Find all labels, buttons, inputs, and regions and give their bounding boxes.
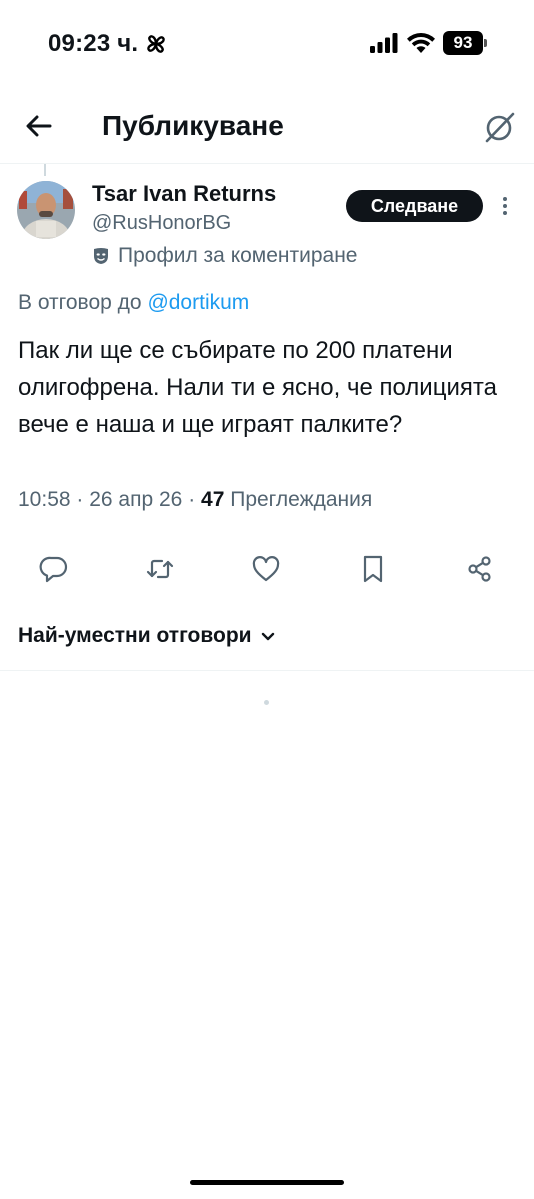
battery-level: 93 (443, 31, 483, 55)
repost-icon[interactable] (145, 554, 175, 584)
tweet-text: Пак ли ще се събирате по 200 платени оли… (18, 337, 497, 438)
profile-tag-label: Профил за коментиране (118, 244, 358, 267)
page-title: Публикуване (102, 110, 284, 141)
avatar[interactable] (17, 181, 75, 239)
follow-button[interactable]: Следване (346, 190, 483, 222)
battery-icon: 93 (443, 31, 487, 55)
tweet-time[interactable]: 10:58 (18, 488, 71, 511)
view-count: 47 (201, 488, 225, 511)
profile-tag[interactable]: Профил за коментиране (92, 244, 358, 268)
meta-separator: · (182, 488, 202, 511)
like-icon[interactable] (251, 554, 281, 584)
views-label: Преглеждания (230, 488, 373, 511)
meta-separator: · (70, 488, 90, 511)
fan-icon (147, 35, 165, 53)
reply-to-prefix: В отговор до (18, 291, 148, 314)
status-bar: 09:23 ч. 93 (0, 0, 534, 90)
action-bar (0, 548, 534, 590)
avatar-image (17, 181, 75, 239)
back-arrow-icon[interactable] (22, 109, 56, 143)
replies-sort-label: Най-уместни отговори (18, 624, 252, 647)
author-handle[interactable]: @RusHonorBG (92, 212, 231, 235)
home-indicator[interactable] (190, 1180, 344, 1185)
divider (0, 670, 534, 671)
replies-sort-dropdown[interactable]: Най-уместни отговори (18, 624, 276, 648)
signal-icon (370, 33, 398, 53)
status-time: 09:23 ч. (48, 30, 139, 57)
author-name[interactable]: Tsar Ivan Returns (92, 181, 276, 207)
grok-icon[interactable] (482, 109, 518, 145)
tweet-date[interactable]: 26 апр 26 (89, 488, 182, 511)
more-options-icon[interactable] (498, 194, 512, 218)
reply-mention-link[interactable]: @dortikum (147, 291, 249, 314)
reply-to-line: В отговор до @dortikum (18, 291, 249, 315)
top-nav-bar: Публикуване (0, 90, 534, 164)
bookmark-icon[interactable] (358, 554, 388, 584)
wifi-icon (407, 33, 435, 53)
parody-mask-icon (94, 248, 108, 264)
reply-icon[interactable] (39, 554, 69, 584)
loading-indicator (264, 700, 269, 705)
chevron-down-icon (261, 632, 274, 641)
tweet-meta: 10:58 · 26 апр 26 · 47 Преглеждания (18, 488, 372, 512)
share-icon[interactable] (465, 554, 495, 584)
thread-line (44, 164, 46, 176)
